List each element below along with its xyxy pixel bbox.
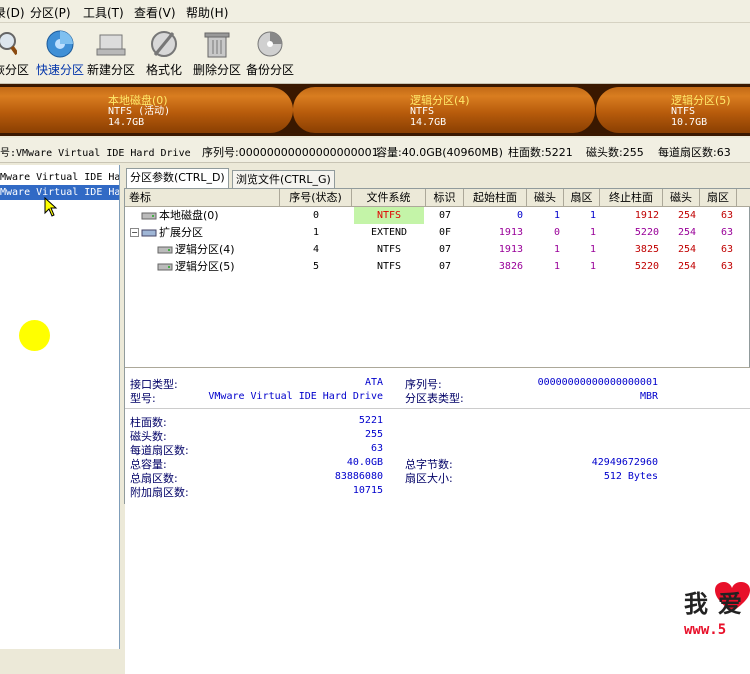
col-id[interactable]: 标识 <box>426 189 464 206</box>
extended-partition-icon <box>141 229 157 237</box>
table-row[interactable]: 逻辑分区(5) 5 NTFS 07 3826 1 1 5220 254 63 <box>125 258 750 275</box>
new-partition-icon <box>96 34 126 56</box>
disk-cylinders: 柱面数:5221 <box>508 146 573 159</box>
table-row[interactable]: − 扩展分区 1 EXTEND 0F 1913 0 1 5220 254 63 <box>125 224 750 241</box>
click-highlight-dot <box>19 320 50 351</box>
col-end-cyl[interactable]: 终止柱面 <box>600 189 663 206</box>
extra-sectors-value: 10715 <box>352 485 383 496</box>
collapse-toggle-icon[interactable]: − <box>130 228 139 237</box>
disk-segment-local-label: 本地磁盘(0) NTFS (活动) 14.7GB <box>108 94 171 128</box>
logical-partition-icon <box>157 263 173 271</box>
site-watermark: 我 www.5 爱 <box>682 582 750 649</box>
disk-capacity: 容量:40.0GB(40960MB) <box>376 146 503 159</box>
extra-sectors-label: 附加扇区数: <box>130 486 189 499</box>
tab-strip: 分区参数(CTRL_D) 浏览文件(CTRL_G) <box>124 168 750 188</box>
model-value: VMware Virtual IDE Hard Drive <box>208 391 383 402</box>
delete-partition-button[interactable]: 删除分区 <box>187 25 247 81</box>
iface-value: ATA <box>364 377 383 388</box>
col-label[interactable]: 卷标 <box>125 189 280 206</box>
table-row[interactable]: 本地磁盘(0) 0 NTFS 07 0 1 1 1912 254 63 <box>125 207 750 224</box>
backup-icon <box>257 31 283 57</box>
sector-size-label: 扇区大小: <box>405 472 453 485</box>
col-end-head[interactable]: 磁头 <box>663 189 700 206</box>
quick-partition-icon <box>46 30 74 58</box>
table-row[interactable]: 逻辑分区(4) 4 NTFS 07 1913 1 1 3825 254 63 <box>125 241 750 258</box>
col-seq[interactable]: 序号(状态) <box>280 189 352 206</box>
toolbar: 恢分区 快速分区 新建分区 格式化 删除分区 <box>0 23 750 84</box>
col-end-sector[interactable]: 扇区 <box>700 189 737 206</box>
right-panel: 分区参数(CTRL_D) 浏览文件(CTRL_G) 卷标 序号(状态) 文件系统… <box>124 165 750 674</box>
new-partition-button[interactable]: 新建分区 <box>81 25 141 81</box>
sector-size-value: 512 Bytes <box>603 471 658 482</box>
table-header: 卷标 序号(状态) 文件系统 标识 起始柱面 磁头 扇区 终止柱面 磁头 扇区 <box>125 189 750 207</box>
partition-table: 卷标 序号(状态) 文件系统 标识 起始柱面 磁头 扇区 终止柱面 磁头 扇区 … <box>124 188 750 674</box>
menu-help[interactable]: 帮助(H) <box>186 4 228 21</box>
menu-disk[interactable]: 录(D) <box>0 4 25 21</box>
heads-value: 255 <box>364 429 383 440</box>
col-start-head[interactable]: 磁头 <box>527 189 564 206</box>
backup-partition-button[interactable]: 备份分区 <box>240 25 300 81</box>
format-button[interactable]: 格式化 <box>134 25 194 81</box>
total-sectors-value: 83886080 <box>334 471 383 482</box>
capacity-value: 40.0GB <box>346 457 383 468</box>
disk-tree: Mware Virtual IDE Ha Mware Virtual IDE H… <box>0 165 120 649</box>
serial-value: 00000000000000000001 <box>537 377 658 388</box>
menu-tools[interactable]: 工具(T) <box>83 4 124 21</box>
tree-item-disk-selected[interactable]: Mware Virtual IDE Ha <box>0 185 119 200</box>
menu-partition[interactable]: 分区(P) <box>30 4 71 21</box>
trash-icon <box>204 32 230 58</box>
watermark-heart-char: 爱 <box>718 589 742 618</box>
tab-partition-params[interactable]: 分区参数(CTRL_D) <box>126 168 229 188</box>
recover-partition-button[interactable]: 恢分区 <box>0 25 30 81</box>
disk-serial: 序列号:00000000000000000001 <box>202 146 379 159</box>
mouse-cursor-icon <box>44 197 58 217</box>
tree-item-disk[interactable]: Mware Virtual IDE Ha <box>0 170 119 185</box>
disk-map: 本地磁盘(0) NTFS (活动) 14.7GB 逻辑分区(4) NTFS 14… <box>0 84 750 136</box>
disk-info-bar: 号:VMware Virtual IDE Hard Drive 序列号:0000… <box>0 138 750 163</box>
tab-browse-files[interactable]: 浏览文件(CTRL_G) <box>232 170 335 188</box>
disk-model: 号:VMware Virtual IDE Hard Drive <box>0 148 191 159</box>
disk-drive-icon <box>141 212 157 220</box>
pttype-label: 分区表类型: <box>405 392 464 405</box>
col-start-sector[interactable]: 扇区 <box>564 189 600 206</box>
magnifier-icon <box>0 32 17 56</box>
pttype-value: MBR <box>639 391 658 402</box>
total-bytes-value: 42949672960 <box>591 457 658 468</box>
disk-segment-logical4-label: 逻辑分区(4) NTFS 14.7GB <box>410 94 470 128</box>
format-icon <box>151 31 177 57</box>
col-fs[interactable]: 文件系统 <box>352 189 426 206</box>
col-start-cyl[interactable]: 起始柱面 <box>464 189 527 206</box>
disk-details: 接口类型: ATA 序列号: 00000000000000000001 型号: … <box>125 367 750 674</box>
disk-segment-logical5-label: 逻辑分区(5) NTFS 10.7GB <box>671 94 731 128</box>
menu-bar: 录(D) 分区(P) 工具(T) 查看(V) 帮助(H) <box>0 0 750 23</box>
model-label: 型号: <box>130 392 156 405</box>
logical-partition-icon <box>157 246 173 254</box>
detail-separator <box>125 408 750 409</box>
cylinders-value: 5221 <box>358 415 383 426</box>
menu-view[interactable]: 查看(V) <box>134 4 176 21</box>
spt-value: 63 <box>370 443 383 454</box>
disk-sectors: 每道扇区数:63 <box>658 146 731 159</box>
disk-heads: 磁头数:255 <box>586 146 644 159</box>
